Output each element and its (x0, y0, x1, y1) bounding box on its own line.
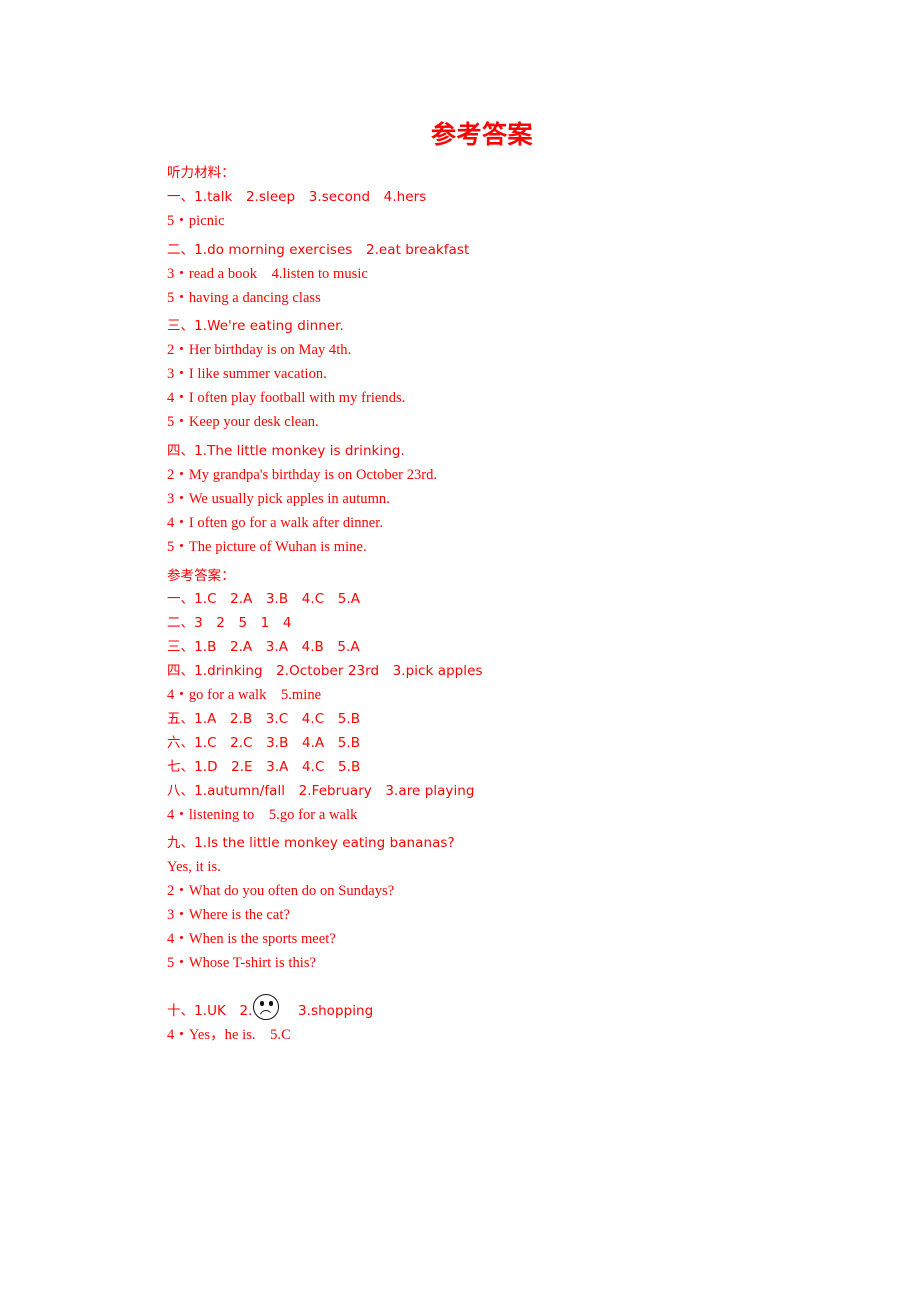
answer-line-8: 八、1.autumn/fall 2.February 3.are playing (167, 782, 475, 799)
listening-line-4-2: 2・My grandpa's birthday is on October 23… (167, 466, 438, 483)
listening-line-1-2: 5・picnic (167, 212, 225, 229)
answer-line-8-cont: 4・listening to 5.go for a walk (167, 806, 358, 823)
answer-line-9-3: 3・Where is the cat? (167, 907, 290, 924)
answer-line-9-4: 4・When is the sports meet? (167, 931, 336, 948)
listening-line-3-4: 4・I often play football with my friends. (167, 390, 406, 407)
answer-line-3: 三、1.B 2.A 3.A 4.B 5.A (167, 639, 360, 656)
answer-line-9-5: 5・Whose T-shirt is this? (167, 955, 317, 971)
page-title-text: 参考答案 (430, 120, 533, 149)
listening-line-3-5: 5・Keep your desk clean. (167, 414, 319, 431)
listening-line-2-1: 二、1.do morning exercises 2.eat breakfast (167, 241, 470, 258)
listening-line-2-3: 5・having a dancing class (167, 289, 321, 306)
sad-face-icon (252, 993, 282, 1024)
answer-line-5: 五、1.A 2.B 3.C 4.C 5.B (167, 710, 361, 727)
answer-line-4-cont: 4・go for a walk 5.mine (167, 687, 322, 704)
answer-line-2: 二、3 2 5 1 4 (167, 615, 292, 632)
listening-line-2-2: 3・read a book 4.listen to music (167, 265, 368, 282)
answer-line-10-1-prefix: 十、1.UK 2. (167, 1002, 253, 1019)
answer-line-10-1-suffix: 3.shopping (284, 1002, 374, 1019)
listening-line-3-2: 2・Her birthday is on May 4th. (167, 342, 352, 359)
reference-answers-heading: 参考答案： (167, 567, 235, 584)
answer-line-4: 四、1.drinking 2.October 23rd 3.pick apple… (167, 663, 483, 680)
listening-line-1-1: 一、1.talk 2.sleep 3.second 4.hers (167, 188, 427, 205)
answer-line-10-1: 十、1.UK 2. 3.shopping (167, 993, 767, 1024)
answer-key-page: 参考答案 听力材料： 一、1.talk 2.sleep 3.second 4.h… (0, 0, 920, 1302)
answer-line-9-2: 2・What do you often do on Sundays? (167, 883, 395, 900)
listening-line-3-3: 3・I like summer vacation. (167, 366, 327, 383)
answer-line-7: 七、1.D 2.E 3.A 4.C 5.B (167, 758, 361, 775)
listening-line-4-5: 5・The picture of Wuhan is mine. (167, 538, 367, 555)
answer-line-6: 六、1.C 2.C 3.B 4.A 5.B (167, 734, 361, 751)
listening-line-4-3: 3・We usually pick apples in autumn. (167, 490, 390, 507)
listening-line-3-1: 三、1.We're eating dinner. (167, 318, 344, 335)
listening-material-heading: 听力材料： (167, 165, 235, 181)
answer-key-body: 听力材料： 一、1.talk 2.sleep 3.second 4.hers 5… (167, 162, 767, 1048)
answer-line-9-1: 九、1.Is the little monkey eating bananas? (167, 835, 455, 852)
listening-line-4-1: 四、1.The little monkey is drinking. (167, 442, 405, 459)
answer-line-9-1-answer: Yes, it is. (167, 859, 221, 876)
listening-line-4-4: 4・I often go for a walk after dinner. (167, 514, 384, 531)
page-title: 参考答案 (0, 118, 920, 151)
answer-line-1: 一、1.C 2.A 3.B 4.C 5.A (167, 591, 361, 608)
answer-line-10-2: 4・Yes，he is. 5.C (167, 1026, 291, 1043)
